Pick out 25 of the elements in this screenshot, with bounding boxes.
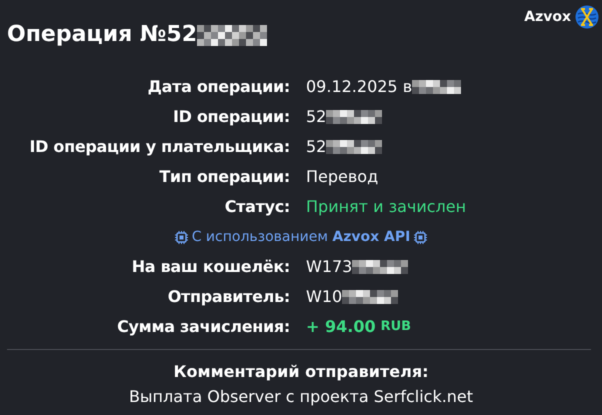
field-value: Перевод bbox=[306, 166, 378, 188]
page-title: Операция №52 bbox=[7, 24, 198, 46]
field-label: Дата операции: bbox=[146, 76, 290, 98]
status-value: Принят и зачислен bbox=[306, 196, 466, 218]
logo-text: Azvox bbox=[524, 8, 571, 26]
field-value: 52 bbox=[306, 136, 326, 158]
field-value: 09.12.2025 в bbox=[306, 76, 412, 98]
field-label: Статус: bbox=[224, 196, 290, 218]
comment-text: Выплата Observer с проекта Serfclick.net bbox=[128, 386, 474, 408]
field-label: ID операции: bbox=[172, 106, 290, 128]
field-label: На ваш кошелёк: bbox=[130, 256, 290, 278]
api-note: С использованием Azvox API bbox=[192, 228, 410, 246]
chip-icon bbox=[414, 230, 428, 244]
field-label: Сумма зачисления: bbox=[116, 316, 290, 338]
field-value: W173 bbox=[306, 256, 352, 278]
field-label: Отправитель: bbox=[166, 286, 290, 308]
chip-icon bbox=[174, 230, 188, 244]
amount-value: + 94.00 bbox=[306, 316, 376, 338]
logo-icon bbox=[575, 5, 599, 29]
field-value: 52 bbox=[306, 106, 326, 128]
field-value: W10 bbox=[306, 286, 342, 308]
field-label: Тип операции: bbox=[158, 166, 290, 188]
currency-code: RUB bbox=[380, 318, 412, 336]
comment-title: Комментарий отправителя: bbox=[172, 361, 430, 383]
field-label: ID операции у плательщика: bbox=[28, 136, 290, 158]
